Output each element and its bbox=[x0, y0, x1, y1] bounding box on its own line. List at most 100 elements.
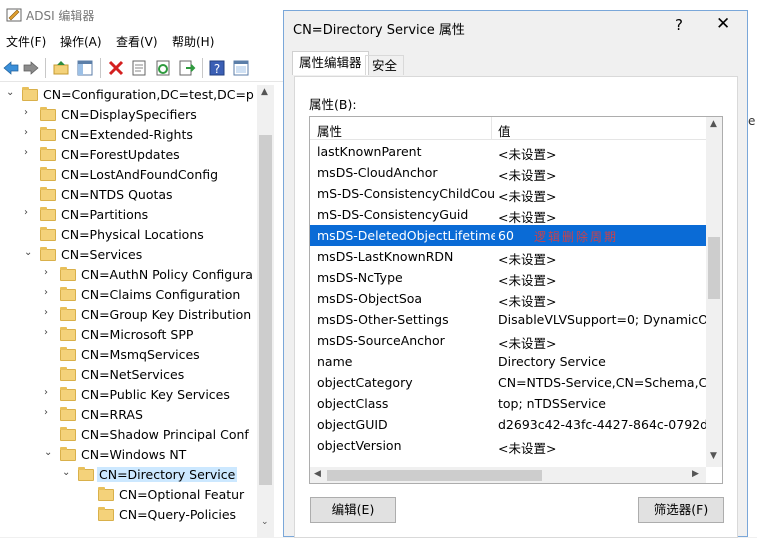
attribute-row[interactable]: mS-DS-ConsistencyChildCou... <未设置> bbox=[310, 183, 706, 204]
menu-help[interactable]: 帮助(H) bbox=[172, 33, 214, 50]
attribute-row[interactable]: msDS-DeletedObjectLifetime 60 逻辑删除周期 bbox=[310, 225, 706, 246]
help-icon[interactable]: ? bbox=[208, 59, 226, 77]
menu-action[interactable]: 操作(A) bbox=[60, 33, 102, 50]
tree-node[interactable]: ⌄ CN=Configuration,DC=test,DC=p bbox=[0, 86, 257, 106]
tree-node[interactable]: › CN=ForestUpdates bbox=[0, 146, 257, 166]
chevron-right-icon[interactable]: › bbox=[44, 287, 48, 298]
tree-node[interactable]: CN=LostAndFoundConfig bbox=[0, 166, 257, 186]
folder-icon bbox=[40, 147, 56, 161]
list-horizontal-thumb[interactable] bbox=[327, 470, 542, 481]
tree-node[interactable]: CN=Shadow Principal Conf bbox=[0, 426, 257, 446]
scroll-left-icon[interactable]: ◀ bbox=[314, 469, 321, 479]
menu-file[interactable]: 文件(F) bbox=[6, 33, 46, 50]
attribute-value: <未设置> bbox=[498, 441, 557, 456]
attribute-name: msDS-ObjectSoa bbox=[317, 291, 423, 306]
export-icon[interactable] bbox=[178, 59, 196, 77]
console-icon[interactable] bbox=[232, 59, 250, 77]
tree-scroll-thumb[interactable] bbox=[259, 135, 272, 485]
column-header-attribute[interactable]: 属性 bbox=[317, 121, 342, 140]
show-hide-tree-icon[interactable] bbox=[76, 59, 94, 77]
refresh-icon[interactable] bbox=[154, 59, 172, 77]
attribute-row[interactable]: name Directory Service bbox=[310, 351, 706, 372]
tree-node[interactable]: CN=Optional Featur bbox=[0, 486, 257, 506]
attributes-caption: 属性(B): bbox=[309, 97, 357, 112]
scroll-up-icon[interactable]: ▲ bbox=[261, 87, 268, 97]
chevron-right-icon[interactable]: › bbox=[44, 267, 48, 278]
list-vertical-thumb[interactable] bbox=[708, 237, 720, 299]
filter-button[interactable]: 筛选器(F) bbox=[638, 497, 724, 523]
attribute-row[interactable]: objectCategory CN=NTDS-Service,CN=Schema,… bbox=[310, 372, 708, 393]
tree-node[interactable]: ⌄ CN=Services bbox=[0, 246, 257, 266]
attribute-row[interactable]: lastKnownParent <未设置> bbox=[310, 141, 706, 162]
tree-node[interactable]: › CN=Partitions bbox=[0, 206, 257, 226]
folder-icon bbox=[40, 127, 56, 141]
tree-node[interactable]: ⌄ CN=Directory Service bbox=[0, 466, 257, 486]
edit-button[interactable]: 编辑(E) bbox=[310, 497, 396, 523]
column-header-value[interactable]: 值 bbox=[498, 121, 511, 140]
chevron-right-icon[interactable]: › bbox=[44, 407, 48, 418]
attribute-row[interactable]: objectGUID d2693c42-43fc-4427-864c-0792d7… bbox=[310, 414, 708, 435]
up-folder-icon[interactable] bbox=[52, 59, 70, 77]
close-icon[interactable]: ✕ bbox=[716, 14, 730, 34]
chevron-right-icon[interactable]: › bbox=[44, 327, 48, 338]
chevron-down-icon[interactable]: ⌄ bbox=[44, 447, 52, 458]
chevron-right-icon[interactable]: › bbox=[24, 107, 28, 118]
attribute-row[interactable]: msDS-LastKnownRDN <未设置> bbox=[310, 246, 706, 267]
tree-node[interactable]: › CN=Group Key Distribution bbox=[0, 306, 257, 326]
attribute-row[interactable]: msDS-Other-Settings DisableVLVSupport=0; … bbox=[310, 309, 708, 330]
menu-view[interactable]: 查看(V) bbox=[116, 33, 158, 50]
attribute-row[interactable]: msDS-ObjectSoa <未设置> bbox=[310, 288, 706, 309]
tab-attribute-editor[interactable]: 属性编辑器 bbox=[292, 51, 369, 75]
tree-node[interactable]: CN=NetServices bbox=[0, 366, 257, 386]
tab-security[interactable]: 安全 bbox=[365, 55, 405, 75]
folder-icon bbox=[60, 287, 76, 301]
tree-node[interactable]: › CN=DisplaySpecifiers bbox=[0, 106, 257, 126]
chevron-right-icon[interactable]: › bbox=[44, 307, 48, 318]
chevron-right-icon[interactable]: › bbox=[24, 147, 28, 158]
tree-node[interactable]: CN=NTDS Quotas bbox=[0, 186, 257, 206]
attribute-row[interactable]: mS-DS-ConsistencyGuid <未设置> bbox=[310, 204, 706, 225]
scroll-down-icon[interactable]: ⌄ bbox=[261, 517, 269, 527]
tree-node[interactable]: ⌄ CN=Windows NT bbox=[0, 446, 257, 466]
folder-icon bbox=[40, 247, 56, 261]
chevron-down-icon[interactable]: ⌄ bbox=[62, 467, 70, 478]
tree-node[interactable]: › CN=Claims Configuration bbox=[0, 286, 257, 306]
tree-node[interactable]: › CN=Extended-Rights bbox=[0, 126, 257, 146]
properties-icon[interactable] bbox=[130, 59, 148, 77]
attribute-row[interactable]: msDS-SourceAnchor <未设置> bbox=[310, 330, 706, 351]
scroll-up-icon[interactable]: ▲ bbox=[710, 119, 717, 129]
tree-node[interactable]: › CN=Microsoft SPP bbox=[0, 326, 257, 346]
attribute-row[interactable]: objectVersion <未设置> bbox=[310, 435, 706, 456]
folder-icon bbox=[60, 427, 76, 441]
attribute-name: msDS-Other-Settings bbox=[317, 312, 449, 327]
tree-node-label: CN=Physical Locations bbox=[61, 227, 204, 242]
chevron-down-icon[interactable]: ⌄ bbox=[6, 87, 14, 98]
scroll-right-icon[interactable]: ▶ bbox=[692, 469, 699, 479]
tree-node[interactable]: CN=Physical Locations bbox=[0, 226, 257, 246]
tree-node[interactable]: › CN=RRAS bbox=[0, 406, 257, 426]
attribute-name: lastKnownParent bbox=[317, 144, 422, 159]
chevron-right-icon[interactable]: › bbox=[24, 207, 28, 218]
adsi-app-icon bbox=[6, 8, 22, 22]
attribute-row[interactable]: msDS-NcType <未设置> bbox=[310, 267, 706, 288]
folder-icon bbox=[40, 107, 56, 121]
tree-node[interactable]: CN=Query-Policies bbox=[0, 506, 257, 526]
tree-node[interactable]: › CN=Public Key Services bbox=[0, 386, 257, 406]
help-button[interactable]: ? bbox=[675, 16, 683, 34]
chevron-right-icon[interactable]: › bbox=[44, 387, 48, 398]
forward-arrow-icon[interactable] bbox=[22, 59, 40, 77]
chevron-right-icon[interactable]: › bbox=[24, 127, 28, 138]
attribute-list: 属性 值 lastKnownParent <未设置> msDS-CloudAncho… bbox=[309, 116, 723, 484]
attribute-row[interactable]: objectClass top; nTDSService bbox=[310, 393, 706, 414]
scroll-down-icon[interactable]: ▼ bbox=[710, 451, 717, 461]
attribute-value: <未设置> bbox=[498, 273, 557, 288]
back-arrow-icon[interactable] bbox=[2, 59, 20, 77]
chevron-down-icon[interactable]: ⌄ bbox=[24, 247, 32, 258]
attribute-name: msDS-NcType bbox=[317, 270, 403, 285]
tree-node[interactable]: › CN=AuthN Policy Configura bbox=[0, 266, 257, 286]
attribute-name: msDS-LastKnownRDN bbox=[317, 249, 454, 264]
attribute-row[interactable]: msDS-CloudAnchor <未设置> bbox=[310, 162, 706, 183]
delete-icon[interactable] bbox=[107, 59, 125, 77]
tree-node-label: CN=Microsoft SPP bbox=[81, 327, 194, 342]
tree-node[interactable]: CN=MsmqServices bbox=[0, 346, 257, 366]
